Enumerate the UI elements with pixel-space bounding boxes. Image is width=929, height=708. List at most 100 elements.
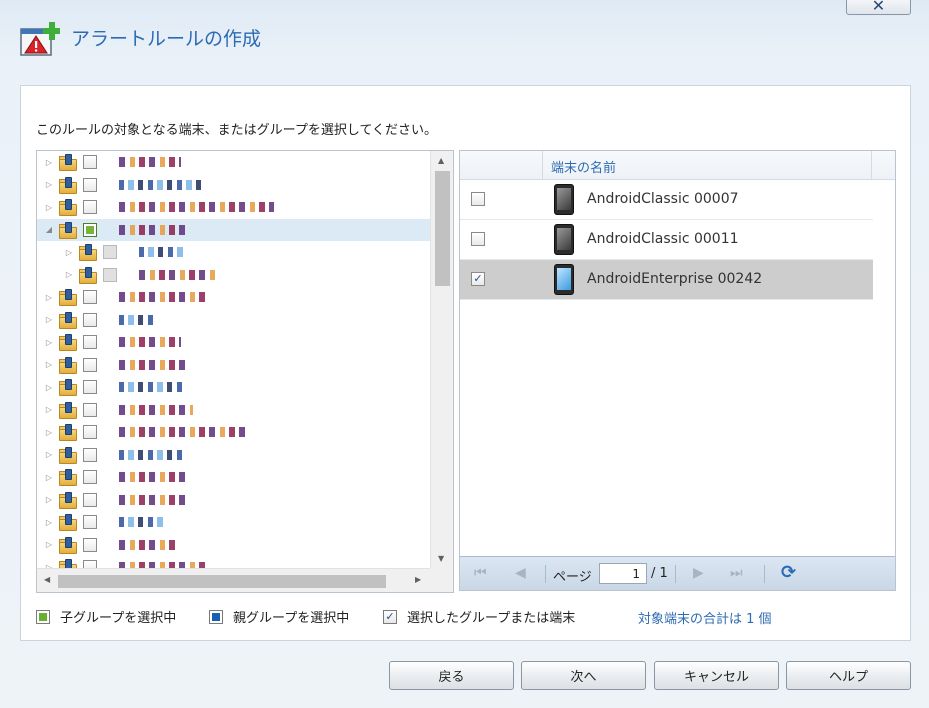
obscured-group-name: [139, 269, 217, 280]
device-group-folder-icon: [58, 423, 78, 442]
tree-item[interactable]: ▷: [37, 511, 430, 534]
tree-item[interactable]: ▷: [37, 196, 430, 219]
tree-item[interactable]: ▷: [37, 534, 430, 557]
refresh-icon[interactable]: ⟳: [781, 562, 796, 583]
collapse-arrow-icon[interactable]: ◢: [44, 225, 54, 235]
device-grid: 端末の名前 AndroidClassic 00007 AndroidClassi…: [459, 150, 896, 591]
tree-checkbox[interactable]: [83, 357, 97, 372]
table-row[interactable]: ✓ AndroidEnterprise 00242: [460, 260, 873, 300]
expand-arrow-icon[interactable]: ▷: [44, 202, 54, 212]
tree-checkbox[interactable]: [83, 470, 97, 485]
expand-arrow-icon[interactable]: ▷: [44, 337, 54, 347]
column-separator: [871, 151, 872, 180]
tree-checkbox[interactable]: [83, 492, 97, 507]
expand-arrow-icon[interactable]: ▷: [44, 292, 54, 302]
scroll-right-icon[interactable]: ▶: [415, 575, 421, 584]
tree-item[interactable]: ▷: [37, 399, 430, 422]
tree-item[interactable]: ▷: [37, 354, 430, 377]
tree-item[interactable]: ▷: [37, 489, 430, 512]
column-separator: [542, 151, 543, 180]
scroll-down-icon[interactable]: ▼: [438, 554, 444, 563]
expand-arrow-icon[interactable]: ▷: [44, 540, 54, 550]
tree-item[interactable]: ▷: [37, 241, 430, 264]
tree-checkbox[interactable]: [83, 177, 97, 192]
tree-item[interactable]: ▷: [37, 376, 430, 399]
tree-checkbox[interactable]: [83, 290, 97, 305]
tree-checkbox[interactable]: [83, 312, 97, 327]
tree-checkbox[interactable]: [103, 267, 117, 282]
page-number-input[interactable]: 1: [599, 563, 647, 584]
row-checkbox-checked[interactable]: ✓: [471, 272, 485, 286]
tree-checkbox[interactable]: [103, 245, 117, 260]
scroll-thumb[interactable]: [435, 171, 450, 286]
tree-horizontal-scrollbar[interactable]: ◀ ▶: [37, 568, 430, 592]
cancel-button[interactable]: キャンセル: [654, 661, 779, 690]
expand-arrow-icon[interactable]: ▷: [44, 405, 54, 415]
tree-item[interactable]: ▷: [37, 556, 430, 568]
prev-page-icon[interactable]: ◀: [515, 565, 526, 581]
obscured-group-name: [119, 382, 183, 393]
expand-arrow-icon[interactable]: ▷: [64, 247, 74, 257]
tree-checkbox[interactable]: [83, 335, 97, 350]
tree-checkbox[interactable]: [83, 222, 97, 237]
tree-item[interactable]: ▷: [37, 264, 430, 287]
next-button[interactable]: 次へ: [521, 661, 646, 690]
tree-item[interactable]: ▷: [37, 331, 430, 354]
tree-checkbox[interactable]: [83, 537, 97, 552]
tree-item[interactable]: ▷: [37, 421, 430, 444]
expand-arrow-icon[interactable]: ▷: [44, 472, 54, 482]
expand-arrow-icon[interactable]: ▷: [44, 180, 54, 190]
scroll-up-icon[interactable]: ▲: [438, 156, 444, 165]
tree-item[interactable]: ▷: [37, 444, 430, 467]
tree-item[interactable]: ▷: [37, 286, 430, 309]
tree-checkbox[interactable]: [83, 560, 97, 568]
next-page-icon[interactable]: ▶: [693, 565, 704, 581]
tree-item[interactable]: ▷: [37, 466, 430, 489]
tree-checkbox[interactable]: [83, 515, 97, 530]
expand-arrow-icon[interactable]: ▷: [44, 495, 54, 505]
expand-arrow-icon[interactable]: ▷: [44, 427, 54, 437]
tree-checkbox[interactable]: [83, 425, 97, 440]
table-row[interactable]: AndroidClassic 00011: [460, 220, 873, 260]
first-page-icon[interactable]: ⏮: [474, 565, 487, 581]
expand-arrow-icon[interactable]: ▷: [44, 360, 54, 370]
expand-arrow-icon[interactable]: ▷: [44, 382, 54, 392]
page-label: ページ: [553, 570, 592, 585]
tree-checkbox[interactable]: [83, 200, 97, 215]
expand-arrow-icon[interactable]: ▷: [44, 315, 54, 325]
scroll-left-icon[interactable]: ◀: [44, 575, 50, 584]
page-total: / 1: [651, 566, 668, 581]
title-bar: ✕ アラートルールの作成: [0, 0, 929, 78]
tree-item[interactable]: ▷: [37, 151, 430, 174]
device-group-folder-icon: [58, 536, 78, 554]
tree-checkbox[interactable]: [83, 447, 97, 462]
last-page-icon[interactable]: ⏭: [730, 565, 743, 581]
help-button[interactable]: ヘルプ: [786, 661, 911, 690]
expand-arrow-icon[interactable]: ▷: [44, 157, 54, 167]
tree-checkbox[interactable]: [83, 380, 97, 395]
tree-checkbox[interactable]: [83, 402, 97, 417]
expand-arrow-icon[interactable]: ▷: [44, 450, 54, 460]
tree-item[interactable]: ▷: [37, 174, 430, 197]
tree-checkbox[interactable]: [83, 155, 97, 170]
scroll-thumb[interactable]: [58, 575, 386, 588]
child-selected-swatch: [36, 609, 50, 624]
close-button[interactable]: ✕: [846, 0, 911, 15]
row-checkbox[interactable]: [471, 232, 485, 246]
expand-arrow-icon[interactable]: ▷: [44, 517, 54, 527]
table-row[interactable]: AndroidClassic 00007: [460, 180, 873, 220]
android-phone-icon: [554, 184, 574, 215]
back-button[interactable]: 戻る: [389, 661, 514, 690]
tree-item[interactable]: ▷: [37, 309, 430, 332]
row-checkbox[interactable]: [471, 192, 485, 206]
total-devices-link[interactable]: 対象端末の合計は 1 個: [638, 608, 772, 627]
tree-vertical-scrollbar[interactable]: ▲ ▼: [430, 151, 453, 568]
device-group-folder-icon: [58, 153, 78, 172]
device-group-folder-icon: [58, 176, 78, 194]
expand-arrow-icon[interactable]: ▷: [64, 270, 74, 280]
obscured-group-name: [119, 472, 189, 483]
device-name: AndroidClassic 00007: [587, 191, 739, 207]
column-header-device-name[interactable]: 端末の名前: [551, 157, 616, 176]
tree-item[interactable]: ◢: [37, 218, 430, 241]
device-group-folder-icon: [58, 513, 78, 532]
